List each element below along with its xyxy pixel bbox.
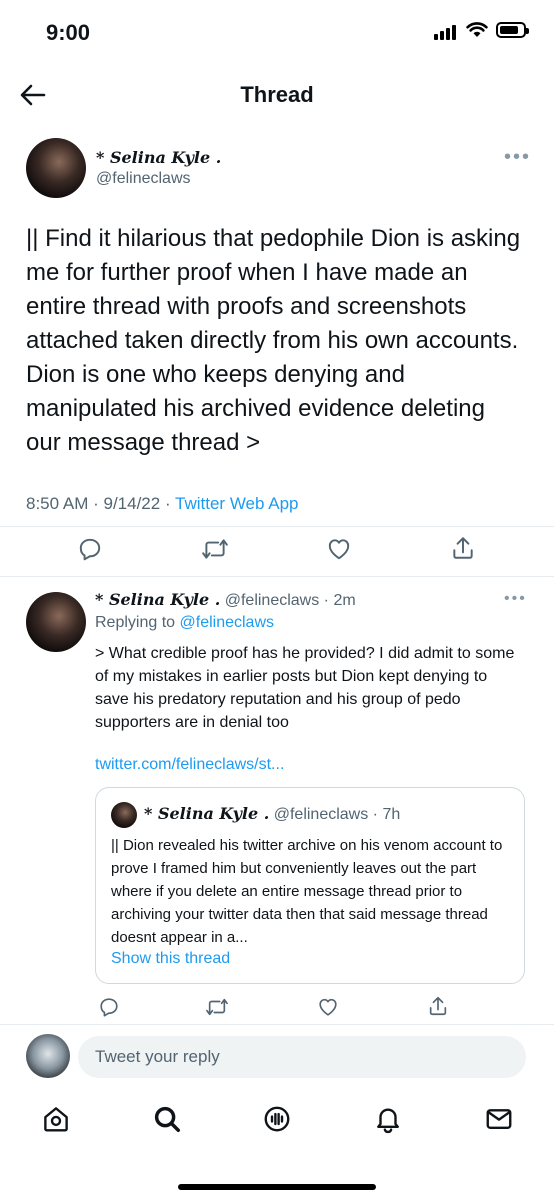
reply-input[interactable]: Tweet your reply (78, 1036, 526, 1078)
reply-header: * Selina Kyle . @felineclaws · 2m (95, 590, 356, 609)
notifications-icon (377, 1108, 399, 1134)
reply-retweet-button[interactable] (205, 996, 229, 1018)
quoted-age: 7h (382, 806, 401, 823)
reply-age: 2m (333, 592, 356, 609)
battery-icon (496, 22, 529, 38)
wifi-icon (466, 22, 488, 38)
quoted-author-handle: @felineclaws (273, 806, 369, 823)
page-title: Thread (240, 82, 314, 107)
tab-spaces[interactable] (262, 1104, 292, 1134)
share-icon (429, 996, 447, 1016)
reply-icon (100, 998, 118, 1017)
replying-to-handle[interactable]: @felineclaws (180, 614, 275, 631)
replying-to: Replying to @felineclaws (95, 614, 275, 631)
retweet-icon (206, 998, 228, 1016)
tab-messages[interactable] (484, 1104, 514, 1134)
signal-icon (434, 22, 458, 40)
share-icon (453, 537, 473, 559)
quoted-author-name: * Selina Kyle . (144, 804, 270, 823)
show-thread-link[interactable]: Show this thread (111, 950, 230, 968)
reply-author-handle[interactable]: @felineclaws (225, 592, 320, 609)
tweet-text: || Find it hilarious that pedophile Dion… (26, 225, 521, 456)
reply-input-placeholder: Tweet your reply (95, 1047, 220, 1066)
tab-search[interactable] (152, 1104, 182, 1134)
home-indicator (178, 1184, 376, 1190)
tweet-date: 9/14/22 (103, 494, 161, 513)
like-button[interactable] (326, 536, 352, 562)
my-avatar[interactable] (26, 1034, 70, 1078)
reply-icon (79, 538, 101, 561)
retweet-icon (202, 539, 228, 559)
quoted-avatar (111, 802, 137, 828)
spaces-icon (264, 1106, 290, 1132)
tab-home[interactable] (41, 1104, 71, 1134)
reply-share-button[interactable] (427, 995, 449, 1017)
author-name[interactable]: * Selina Kyle . (96, 148, 221, 167)
tweet-source[interactable]: Twitter Web App (175, 494, 298, 513)
reply-author-name[interactable]: * Selina Kyle . (95, 590, 220, 609)
status-time: 9:00 (46, 20, 91, 45)
more-options-icon[interactable]: ••• (504, 146, 531, 169)
avatar[interactable] (26, 138, 86, 198)
reply-reply-button[interactable] (98, 996, 120, 1018)
reply-like-button[interactable] (317, 996, 339, 1018)
tweet-meta: 8:50 AM · 9/14/22 · Twitter Web App (26, 494, 299, 513)
reply-link[interactable]: twitter.com/felineclaws/st... (95, 756, 284, 774)
retweet-button[interactable] (201, 536, 229, 562)
search-icon (154, 1106, 180, 1132)
status-icons (434, 22, 529, 40)
home-icon (44, 1107, 68, 1132)
like-icon (319, 998, 337, 1016)
tab-notifications[interactable] (373, 1104, 403, 1134)
share-button[interactable] (450, 535, 476, 561)
quoted-text: || Dion revealed his twitter archive on … (111, 837, 503, 946)
messages-icon (486, 1109, 512, 1129)
author-handle[interactable]: @felineclaws (96, 170, 191, 188)
quoted-header: * Selina Kyle . @felineclaws · 7h (144, 804, 401, 823)
reply-avatar[interactable] (26, 592, 86, 652)
tweet-time: 8:50 AM (26, 494, 89, 513)
like-icon (328, 539, 350, 560)
reply-text: > What credible proof has he provided? I… (95, 645, 515, 731)
reply-button[interactable] (77, 536, 103, 562)
reply-more-options-icon[interactable]: ••• (504, 590, 527, 608)
